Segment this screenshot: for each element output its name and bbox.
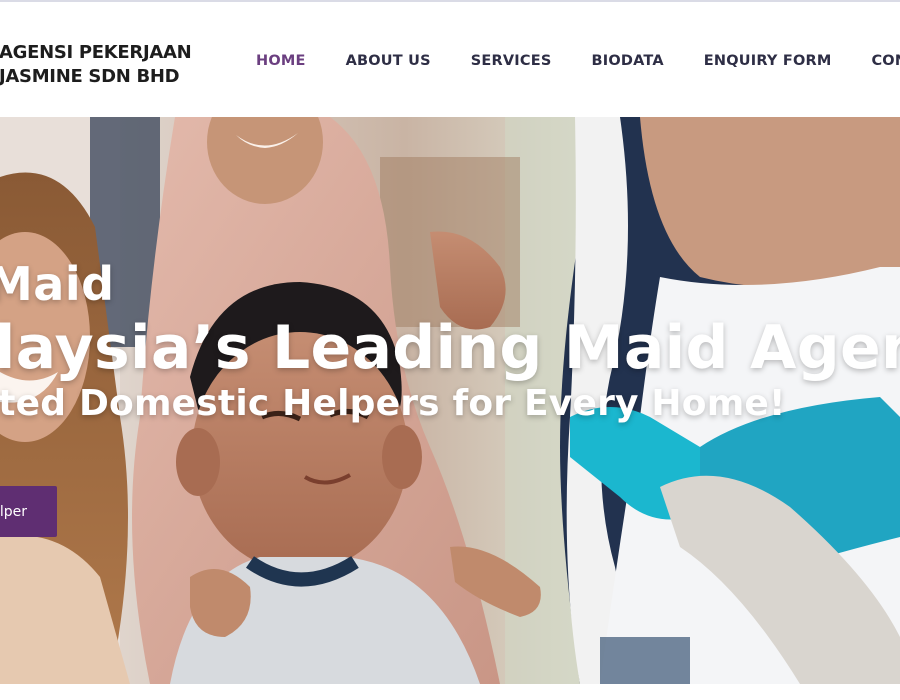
nav-contact[interactable]: CONTACT	[871, 53, 900, 69]
page-bottom-strip	[0, 684, 900, 700]
logo[interactable]: AGENSI PEKERJAAN JASMINE SDN BHD	[0, 41, 192, 89]
logo-line-2: JASMINE SDN BHD	[0, 66, 180, 87]
nav-about-us[interactable]: ABOUT US	[346, 53, 431, 69]
nav-enquiry-form[interactable]: ENQUIRY FORM	[704, 53, 832, 69]
nav-services[interactable]: SERVICES	[471, 53, 552, 69]
nav-home[interactable]: HOME	[256, 53, 306, 69]
find-helper-button[interactable]: Find a Helper	[0, 486, 57, 537]
site-header: AGENSI PEKERJAAN JASMINE SDN BHD HOME AB…	[0, 2, 900, 117]
main-nav: HOME ABOUT US SERVICES BIODATA ENQUIRY F…	[256, 53, 900, 69]
nav-biodata[interactable]: BIODATA	[591, 53, 663, 69]
logo-line-1: AGENSI PEKERJAAN	[0, 42, 192, 63]
hero-banner: Maid Malaysia’s Leading Maid Agency – Tr…	[0, 117, 900, 684]
hero-background-image	[0, 117, 900, 684]
